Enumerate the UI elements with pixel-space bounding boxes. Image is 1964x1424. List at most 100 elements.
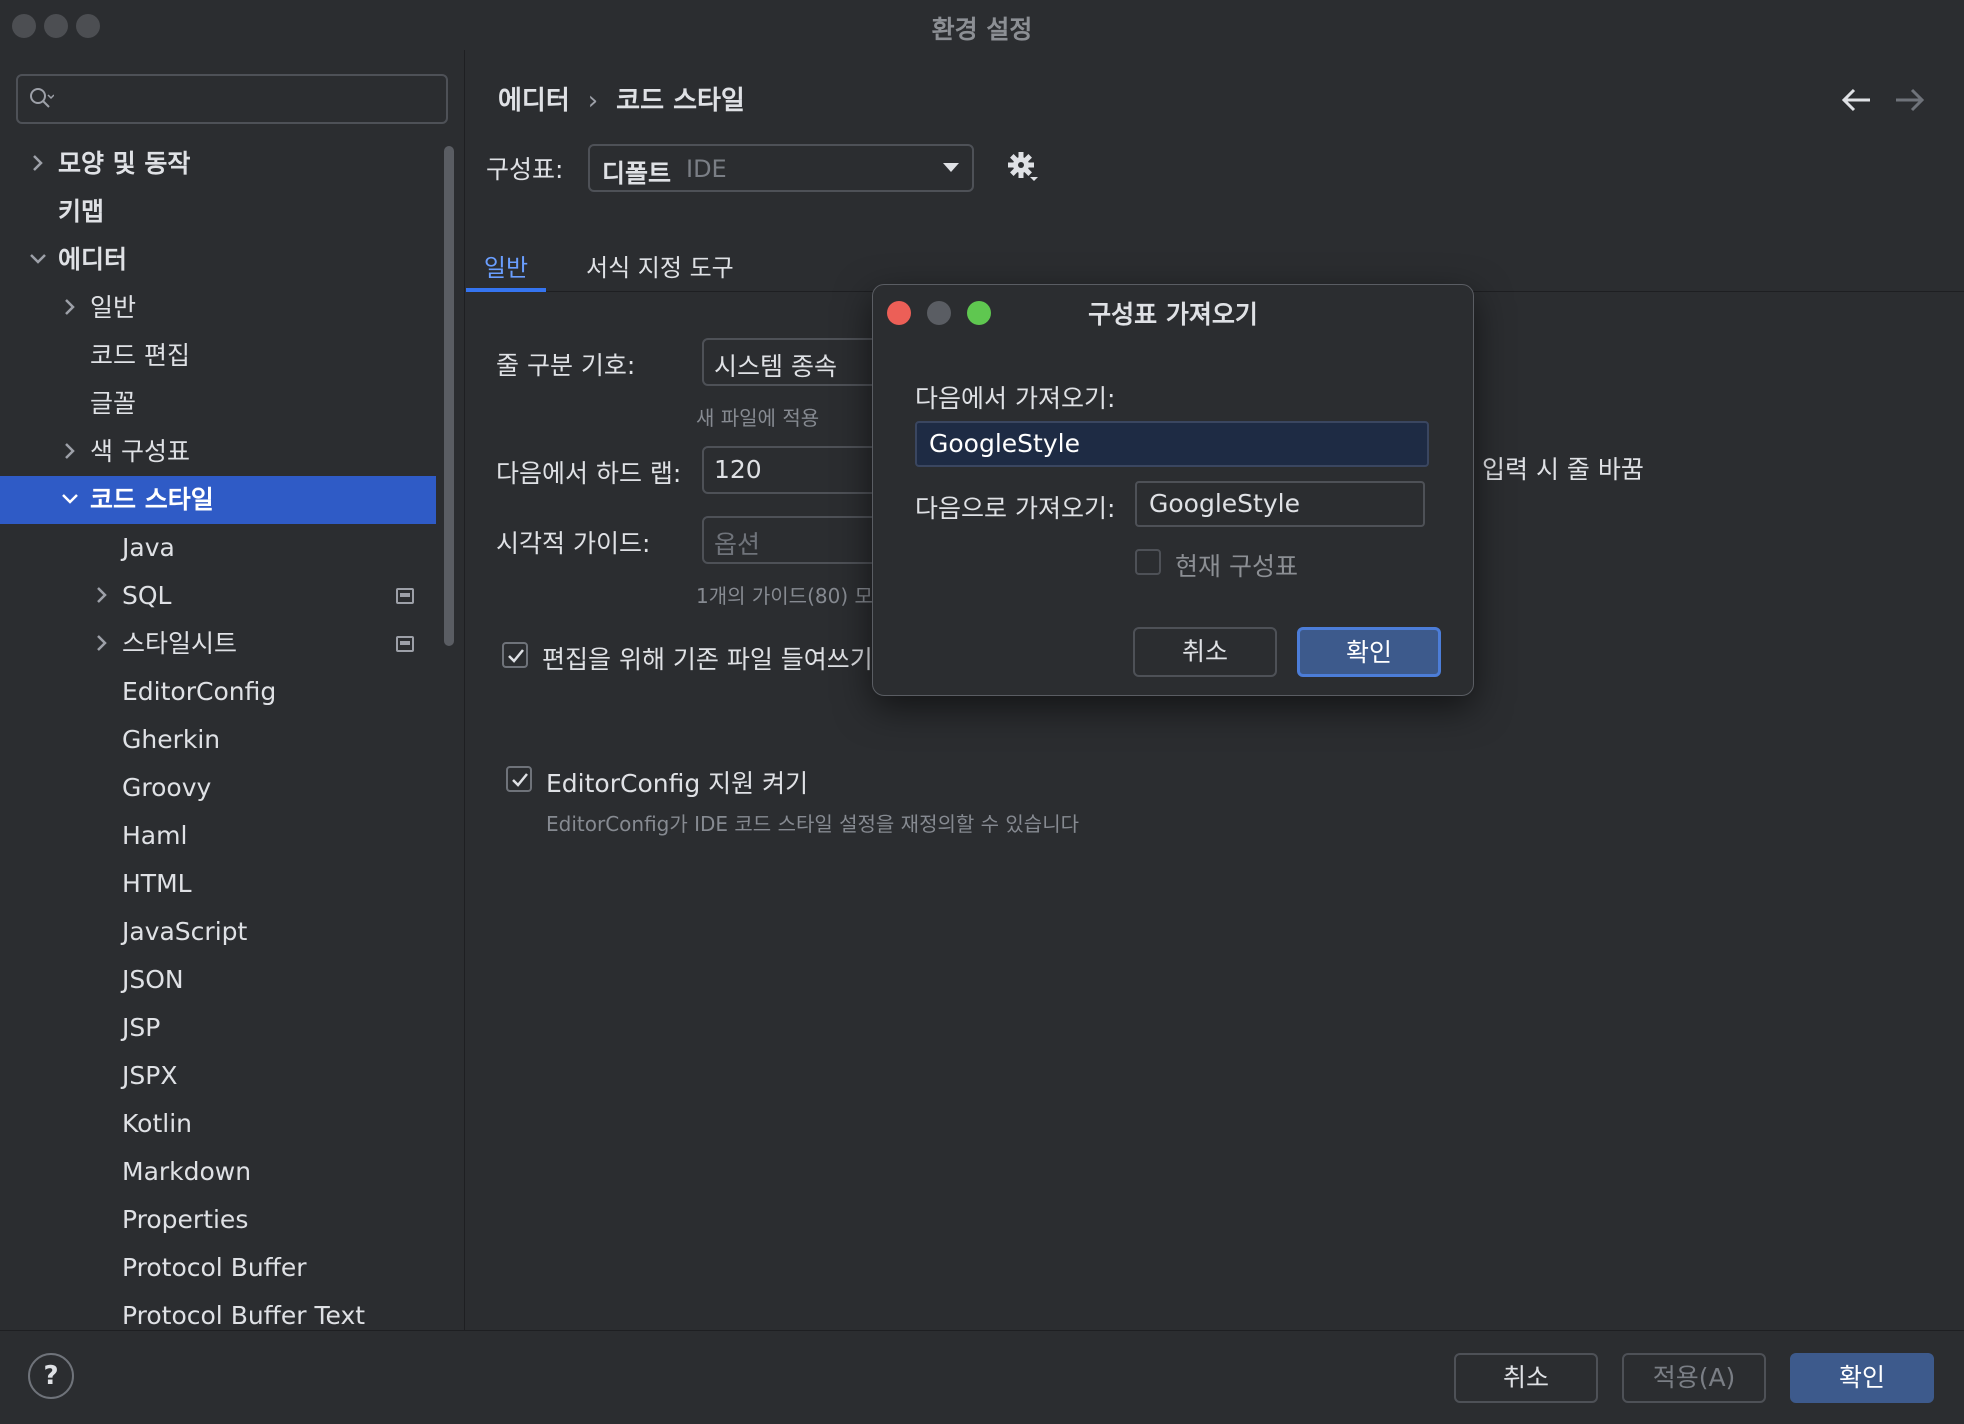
line-separator-hint: 새 파일에 적용 — [696, 406, 820, 430]
dialog-title: 구성표 가져오기 — [1088, 300, 1258, 329]
sidebar-item[interactable]: 코드 편집 — [0, 332, 436, 380]
breadcrumb: 에디터 › 코드 스타일 — [498, 80, 745, 117]
sidebar-item[interactable]: 스타일시트 — [0, 620, 436, 668]
sidebar-item[interactable]: Haml — [0, 812, 436, 860]
dialog-footer: ? 취소 적용(A) 확인 — [0, 1330, 1964, 1424]
line-separator-select[interactable]: 시스템 종속 — [702, 338, 882, 386]
window-title: 환경 설정 — [931, 15, 1033, 44]
project-scope-icon — [396, 588, 414, 604]
detect-indent-checkbox[interactable] — [502, 642, 528, 668]
chevron-right-icon[interactable] — [90, 620, 114, 668]
apply-button[interactable]: 적용(A) — [1622, 1353, 1766, 1403]
dialog-cancel-button[interactable]: 취소 — [1133, 627, 1277, 677]
chevron-right-icon[interactable] — [90, 572, 114, 620]
sidebar-item-label: Haml — [122, 821, 188, 850]
sidebar-item-label: JSPX — [122, 1061, 178, 1090]
chevron-down-icon — [943, 163, 959, 172]
ok-button[interactable]: 확인 — [1790, 1353, 1934, 1403]
sidebar-item-label: SQL — [122, 581, 172, 610]
import-scheme-dialog: 구성표 가져오기 다음에서 가져오기: GoogleStyle 다음으로 가져오… — [872, 284, 1474, 696]
dialog-ok-button[interactable]: 확인 — [1297, 627, 1441, 677]
sidebar-item[interactable]: Markdown — [0, 1148, 436, 1196]
import-from-field[interactable]: GoogleStyle — [915, 421, 1429, 467]
sidebar-item-label: Gherkin — [122, 725, 221, 754]
hard-wrap-input[interactable]: 120 — [702, 446, 882, 494]
chevron-right-icon[interactable] — [58, 284, 82, 332]
detect-indent-label[interactable]: 편집을 위해 기존 파일 들여쓰기 — [542, 640, 873, 676]
wrap-on-typing-label[interactable]: 입력 시 줄 바꿈 — [1482, 450, 1644, 486]
import-to-label: 다음으로 가져오기: — [915, 494, 1116, 523]
sidebar-item-label: JSP — [122, 1013, 161, 1042]
chevron-down-icon[interactable] — [26, 236, 50, 284]
forward-arrow-icon[interactable] — [1892, 86, 1926, 114]
sidebar-scrollbar[interactable] — [444, 146, 454, 646]
sidebar-item-label: HTML — [122, 869, 192, 898]
sidebar-item-label: EditorConfig — [122, 677, 277, 706]
current-scheme-checkbox[interactable] — [1135, 549, 1161, 575]
sidebar-item-label: 스타일시트 — [122, 629, 238, 658]
current-scheme-label[interactable]: 현재 구성표 — [1175, 547, 1298, 583]
sidebar-item[interactable]: Properties — [0, 1196, 436, 1244]
help-button[interactable]: ? — [28, 1353, 74, 1399]
sidebar-item[interactable]: JSON — [0, 956, 436, 1004]
hard-wrap-label: 다음에서 하드 랩: — [496, 459, 682, 488]
sidebar-item[interactable]: 키맵 — [0, 188, 436, 236]
breadcrumb-parent[interactable]: 에디터 — [498, 80, 570, 117]
chevron-down-icon[interactable] — [58, 476, 82, 524]
sidebar-item-label: 색 구성표 — [90, 437, 190, 466]
settings-sidebar: 모양 및 동작키맵에디터일반코드 편집글꼴색 구성표코드 스타일 Java SQL 스… — [0, 50, 465, 1330]
sidebar-item-label: Kotlin — [122, 1109, 192, 1138]
sidebar-item-label: 코드 편집 — [90, 341, 190, 370]
sidebar-item[interactable]: 색 구성표 — [0, 428, 436, 476]
gear-icon[interactable] — [1006, 150, 1040, 184]
sidebar-item[interactable]: HTML — [0, 860, 436, 908]
sidebar-item[interactable]: SQL — [0, 572, 436, 620]
sidebar-item[interactable]: Gherkin — [0, 716, 436, 764]
sidebar-item[interactable]: 글꼴 — [0, 380, 436, 428]
sidebar-item[interactable]: 코드 스타일 — [0, 476, 436, 524]
chevron-right-icon[interactable] — [26, 140, 50, 188]
sidebar-item-label: 모양 및 동작 — [58, 149, 191, 178]
sidebar-item[interactable]: Java — [0, 524, 436, 572]
editorconfig-checkbox[interactable] — [506, 766, 532, 792]
visual-guides-input[interactable]: 옵션 — [702, 516, 882, 564]
back-arrow-icon[interactable] — [1840, 86, 1874, 114]
sidebar-item[interactable]: 일반 — [0, 284, 436, 332]
sidebar-item[interactable]: Groovy — [0, 764, 436, 812]
sidebar-item-label: 에디터 — [58, 245, 128, 274]
scheme-label: 구성표: — [486, 155, 564, 184]
import-to-input[interactable]: GoogleStyle — [1135, 481, 1425, 527]
cancel-button[interactable]: 취소 — [1454, 1353, 1598, 1403]
sidebar-item-label: JavaScript — [122, 917, 248, 946]
sidebar-item[interactable]: 에디터 — [0, 236, 436, 284]
scheme-select[interactable]: 디폴트 IDE — [588, 144, 974, 192]
project-scope-icon — [396, 636, 414, 652]
sidebar-item[interactable]: JSP — [0, 1004, 436, 1052]
sidebar-item-label: 글꼴 — [90, 389, 137, 418]
sidebar-item[interactable]: Kotlin — [0, 1100, 436, 1148]
sidebar-item-label: JSON — [122, 965, 184, 994]
checkmark-icon — [508, 649, 524, 663]
sidebar-item[interactable]: JSPX — [0, 1052, 436, 1100]
line-separator-label: 줄 구분 기호: — [496, 351, 636, 380]
chevron-right-icon[interactable] — [58, 428, 82, 476]
tab-formatter[interactable]: 서식 지정 도구 — [586, 248, 734, 292]
sidebar-item[interactable]: JavaScript — [0, 908, 436, 956]
sidebar-item-label: Java — [122, 533, 175, 562]
settings-tree: 모양 및 동작키맵에디터일반코드 편집글꼴색 구성표코드 스타일 Java SQL 스… — [0, 140, 436, 1340]
settings-search-input[interactable] — [16, 74, 448, 124]
scheme-scope: IDE — [686, 155, 727, 183]
preferences-window: 환경 설정 모양 및 동작 키맵 에디터 일반 코드 편집 글꼴 색 구성표 코드 스타일 Ja… — [0, 0, 1964, 1424]
visual-guides-hint: 1개의 가이드(80) 모 — [696, 584, 873, 608]
breadcrumb-current: 코드 스타일 — [616, 86, 745, 116]
sidebar-item-label: 코드 스타일 — [90, 485, 214, 514]
editorconfig-label[interactable]: EditorConfig 지원 켜기 — [546, 764, 808, 800]
sidebar-item-label: 키맵 — [58, 197, 105, 226]
tab-general[interactable]: 일반 — [466, 248, 546, 292]
sidebar-item[interactable]: EditorConfig — [0, 668, 436, 716]
sidebar-item-label: Groovy — [122, 773, 212, 802]
visual-guides-label: 시각적 가이드: — [496, 529, 651, 558]
sidebar-item[interactable]: 모양 및 동작 — [0, 140, 436, 188]
sidebar-item[interactable]: Protocol Buffer — [0, 1244, 436, 1292]
checkmark-icon — [512, 773, 528, 787]
